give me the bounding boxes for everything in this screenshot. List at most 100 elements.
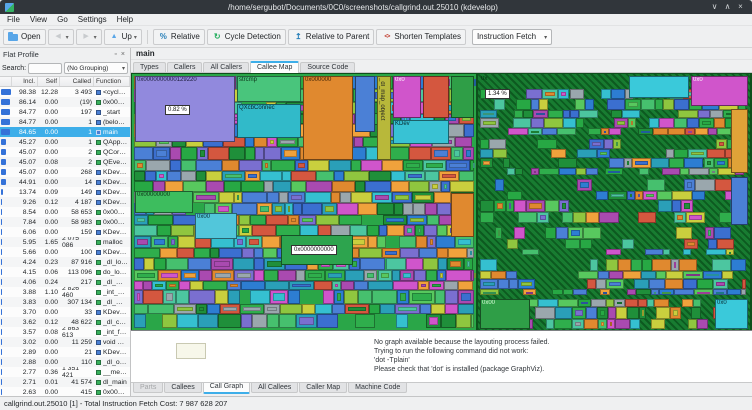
treemap-cell[interactable] [429, 281, 444, 290]
toolbar-button-open[interactable]: Open [3, 29, 46, 45]
treemap-cell[interactable] [222, 160, 239, 171]
toolbar-button-shorten-templates[interactable]: Shorten Templates [376, 29, 466, 45]
treemap-cell[interactable] [678, 110, 698, 118]
treemap-cell[interactable] [548, 110, 563, 118]
treemap-cell[interactable] [399, 236, 417, 248]
treemap-cell[interactable] [409, 290, 435, 303]
treemap-cell[interactable] [196, 171, 206, 182]
treemap-cell[interactable] [386, 258, 407, 270]
treemap-cell[interactable] [606, 279, 624, 289]
treemap-cell[interactable] [625, 99, 641, 110]
treemap-cell[interactable] [683, 249, 691, 255]
treemap-cell[interactable] [414, 270, 426, 281]
treemap-cell[interactable] [364, 270, 377, 281]
treemap-cell[interactable] [674, 118, 687, 128]
column-header-incl[interactable]: Incl. [12, 77, 38, 86]
treemap-cell[interactable] [266, 215, 288, 225]
search-input[interactable] [28, 63, 62, 74]
treemap-cell[interactable] [425, 171, 439, 182]
treemap-cell[interactable] [207, 304, 221, 315]
treemap-cell[interactable] [668, 128, 685, 135]
treemap-cell[interactable] [647, 299, 654, 307]
treemap-cell[interactable] [267, 314, 278, 328]
treemap-cell[interactable] [296, 314, 317, 328]
treemap-cell[interactable] [531, 99, 538, 110]
treemap-cell[interactable] [538, 299, 558, 307]
toolbar-button-cycle-detection[interactable]: Cycle Detection [207, 29, 286, 45]
treemap-cell[interactable] [296, 270, 305, 281]
treemap-cell[interactable] [665, 279, 683, 289]
treemap-cell[interactable] [409, 147, 432, 160]
treemap-cell[interactable] [210, 248, 219, 257]
treemap-cell[interactable] [354, 281, 368, 290]
treemap-cell[interactable] [651, 158, 669, 168]
table-row[interactable]: 8.540.0058 6530x00000000000064c0 [0, 207, 130, 217]
treemap-cell[interactable] [299, 215, 316, 225]
treemap-cell[interactable] [709, 168, 718, 175]
treemap-cell[interactable] [680, 168, 689, 175]
treemap-cell[interactable] [641, 271, 656, 279]
treemap-cell[interactable] [586, 212, 599, 223]
treemap-cell[interactable] [480, 271, 491, 279]
treemap-cell[interactable] [544, 118, 563, 128]
treemap-cell[interactable] [355, 314, 376, 328]
treemap-cell[interactable] [323, 290, 334, 303]
treemap-cell[interactable] [480, 212, 494, 223]
treemap-cell[interactable] [588, 128, 601, 135]
treemap-cell[interactable] [308, 160, 330, 171]
treemap-cell[interactable] [163, 290, 176, 303]
treemap-cell[interactable] [563, 118, 576, 128]
treemap-cell[interactable] [669, 158, 684, 168]
treemap-cell[interactable] [441, 314, 456, 328]
treemap-cell[interactable] [697, 319, 708, 329]
treemap-cell[interactable] [143, 281, 151, 290]
treemap-cell[interactable] [601, 89, 611, 99]
treemap-block[interactable] [731, 109, 748, 173]
treemap-cell[interactable] [674, 212, 686, 223]
treemap-cell[interactable] [394, 203, 403, 214]
treemap-cell[interactable] [622, 239, 634, 250]
treemap-cell[interactable] [245, 171, 260, 182]
treemap-cell[interactable] [345, 270, 364, 281]
table-row[interactable]: 4.060.24217_dl_map_object_deps [0, 277, 130, 287]
treemap-cell[interactable] [377, 203, 394, 214]
treemap-cell[interactable] [445, 290, 458, 303]
treemap-cell[interactable] [436, 236, 455, 248]
treemap-cell[interactable] [554, 319, 572, 329]
treemap-cell[interactable] [197, 147, 208, 160]
treemap-cell[interactable] [616, 307, 626, 318]
treemap-cell[interactable] [562, 212, 572, 223]
treemap-cell[interactable] [344, 171, 369, 182]
treemap-cell[interactable] [392, 270, 401, 281]
treemap-cell[interactable] [631, 259, 642, 271]
treemap-cell[interactable] [189, 290, 214, 303]
treemap-cell[interactable] [722, 271, 734, 279]
treemap-cell[interactable] [134, 314, 146, 328]
treemap-cell[interactable] [181, 270, 198, 281]
treemap-cell[interactable] [580, 239, 592, 250]
treemap-cell[interactable] [262, 236, 279, 248]
treemap-cell[interactable] [160, 248, 177, 257]
treemap-cell[interactable] [455, 137, 472, 147]
treemap-cell[interactable] [726, 249, 734, 255]
treemap-cell[interactable] [706, 249, 725, 255]
table-row[interactable]: 44.910.0014KDevelop::CorePrivate::init(.… [0, 177, 130, 187]
treemap-cell[interactable] [579, 110, 598, 118]
treemap-cell[interactable] [507, 239, 518, 250]
treemap-cell[interactable] [196, 304, 206, 315]
table-row[interactable]: 2.710.0141 574dl_main [0, 377, 130, 387]
column-header-called[interactable]: Called [60, 77, 94, 86]
treemap-cell[interactable] [459, 171, 474, 182]
tab-machine-code[interactable]: Machine Code [348, 383, 407, 393]
column-header-bar[interactable] [0, 77, 12, 86]
treemap-cell[interactable] [480, 110, 497, 118]
treemap-cell[interactable] [542, 89, 559, 99]
treemap-cell[interactable] [731, 259, 746, 271]
column-header-function[interactable]: Function [94, 77, 130, 86]
treemap-cell[interactable] [672, 200, 681, 211]
treemap-cell[interactable] [627, 191, 635, 201]
treemap-cell[interactable] [291, 181, 306, 192]
treemap-cell[interactable] [144, 258, 155, 270]
treemap-cell[interactable] [715, 179, 733, 191]
treemap-cell[interactable] [437, 270, 446, 281]
